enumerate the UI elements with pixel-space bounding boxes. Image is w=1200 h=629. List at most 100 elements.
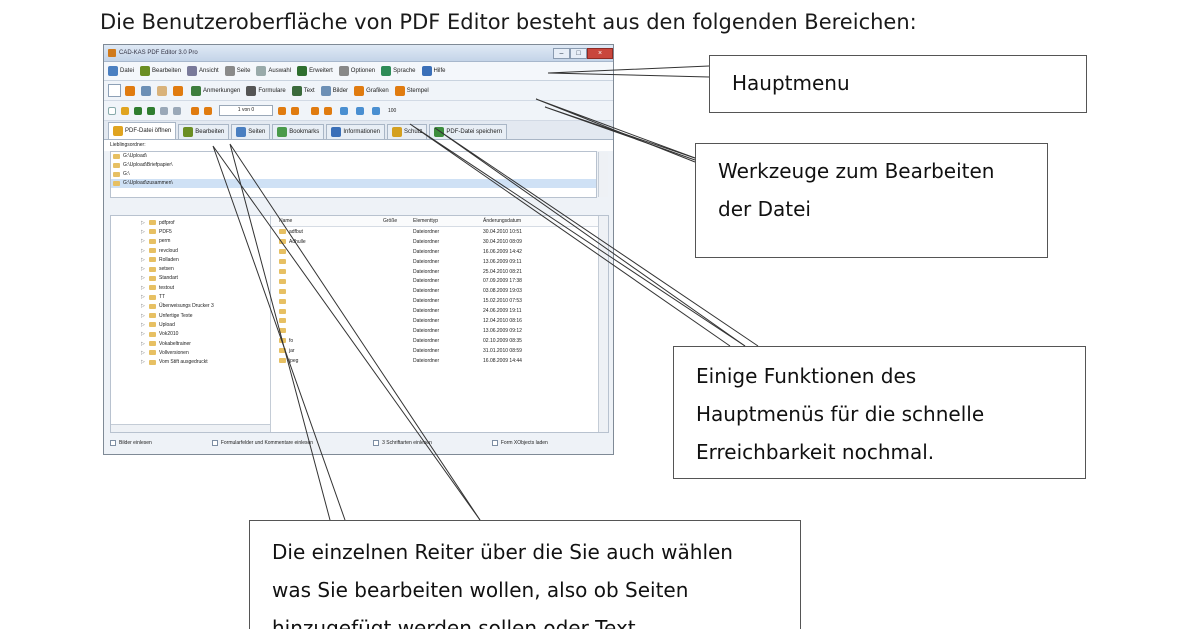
first-page-icon[interactable] [191, 106, 199, 115]
next-page-icon[interactable] [278, 106, 286, 115]
expand-arrow-icon[interactable]: ▷ [141, 257, 146, 263]
tool-anmerkungen-button[interactable]: Anmerkungen [191, 85, 240, 96]
tab-3[interactable]: Seiten [231, 124, 271, 139]
expand-arrow-icon[interactable]: ▷ [141, 266, 146, 272]
expand-arrow-icon[interactable]: ▷ [141, 238, 146, 244]
expand-arrow-icon[interactable]: ▷ [141, 248, 146, 254]
recent-folder-item[interactable]: G:\Upload\Briefpapier\ [111, 161, 596, 170]
page-indicator-field[interactable]: 1 von 0 [219, 105, 273, 116]
tool-text-button[interactable]: Text [291, 85, 315, 96]
tree-item[interactable]: ▷ Unfertige Texte [111, 311, 270, 320]
menu-item-optionen[interactable]: Optionen [338, 66, 375, 76]
zoom-value[interactable]: 100 [388, 108, 396, 114]
rotate-left-icon[interactable] [311, 106, 319, 115]
tab-6[interactable]: Schutz [387, 124, 428, 139]
tree-item[interactable]: ▷ testout [111, 283, 270, 292]
tab-4[interactable]: Bookmarks [272, 124, 325, 139]
table-row[interactable]: Dateiordner 16.06.2009 14:42 [271, 247, 608, 257]
menu-item-auswahl[interactable]: Auswahl [256, 66, 291, 76]
expand-arrow-icon[interactable]: ▷ [141, 229, 146, 235]
recent-scrollbar[interactable] [598, 152, 608, 197]
table-row[interactable]: Dateiordner 24.06.2009 19:11 [271, 306, 608, 316]
tool-bilder-button[interactable]: Bilder [320, 85, 348, 96]
tree-item[interactable]: ▷ TT [111, 292, 270, 301]
expand-arrow-icon[interactable]: ▷ [141, 303, 146, 309]
fit-height-icon[interactable] [356, 106, 364, 115]
tree-item[interactable]: ▷ pdfprof [111, 218, 270, 227]
tab-1[interactable]: PDF-Datei öffnen [108, 122, 177, 139]
last-page-icon[interactable] [291, 106, 299, 115]
tree-item[interactable]: ▷ Vokabeltrainer [111, 339, 270, 348]
maximize-button[interactable]: □ [570, 47, 587, 59]
table-row[interactable]: Adhulle Dateiordner 30.04.2010 08:09 [271, 237, 608, 247]
expand-arrow-icon[interactable]: ▷ [141, 350, 146, 356]
save-icon[interactable] [134, 106, 142, 115]
expand-arrow-icon[interactable]: ▷ [141, 220, 146, 226]
save-as-icon[interactable] [147, 106, 155, 115]
expand-arrow-icon[interactable]: ▷ [141, 331, 146, 337]
col-type[interactable]: Elementtyp [413, 218, 483, 224]
tree-item[interactable]: ▷ Vok2010 [111, 330, 270, 339]
table-row[interactable]: Dateiordner 15.02.2010 07:53 [271, 296, 608, 306]
expand-arrow-icon[interactable]: ▷ [141, 322, 146, 328]
expand-arrow-icon[interactable]: ▷ [141, 285, 146, 291]
option-checkbox[interactable]: 3 Schriftarten einlesen [373, 440, 432, 446]
menu-item-erweitert[interactable]: Erweitert [297, 66, 333, 76]
tab-7[interactable]: PDF-Datei speichern [429, 124, 508, 139]
table-row[interactable]: jpeg Dateiordner 16.08.2009 14:44 [271, 356, 608, 366]
option-checkbox[interactable]: Bilder einlesen [110, 440, 152, 446]
tool-formulare-button[interactable]: Formulare [246, 85, 286, 96]
recent-folder-item[interactable]: G:\Upload\ [111, 152, 596, 161]
redo-icon[interactable] [173, 106, 181, 115]
tool-grafiken-button[interactable]: Grafiken [354, 85, 389, 96]
table-row[interactable]: Dateiordner 25.04.2010 08:21 [271, 267, 608, 277]
new-file-icon[interactable] [108, 106, 116, 115]
tree-item[interactable]: ▷ Vom Stift ausgedruckt [111, 357, 270, 366]
expand-arrow-icon[interactable]: ▷ [141, 275, 146, 281]
table-row[interactable]: fo Dateiordner 02.10.2009 08:35 [271, 336, 608, 346]
tab-2[interactable]: Bearbeiten [178, 124, 230, 139]
checkbox[interactable] [373, 440, 380, 446]
zoom-tool-icon[interactable] [141, 85, 151, 96]
fit-width-icon[interactable] [372, 106, 380, 115]
menu-item-ansicht[interactable]: Ansicht [187, 66, 219, 76]
expand-arrow-icon[interactable]: ▷ [141, 359, 146, 365]
tree-item[interactable]: ▷ Vollversionen [111, 348, 270, 357]
tab-5[interactable]: Informationen [326, 124, 386, 139]
tree-item[interactable]: ▷ perm [111, 237, 270, 246]
tree-item[interactable]: ▷ revcloud [111, 246, 270, 255]
col-size[interactable]: Größe [383, 218, 413, 224]
tool-icon[interactable] [173, 85, 183, 96]
tool-icon[interactable] [125, 85, 135, 96]
tree-item[interactable]: ▷ setsen [111, 264, 270, 273]
table-row[interactable]: Dateiordner 07.09.2009 17:38 [271, 276, 608, 286]
menu-item-bearbeiten[interactable]: Bearbeiten [140, 66, 181, 76]
tree-item[interactable]: ▷ PDF5 [111, 227, 270, 236]
checkbox[interactable] [211, 440, 218, 446]
expand-arrow-icon[interactable]: ▷ [141, 294, 146, 300]
col-date[interactable]: Änderungsdatum [483, 218, 563, 224]
table-row[interactable]: Dateiordner 13.06.2009 09:11 [271, 257, 608, 267]
minimize-button[interactable]: – [553, 47, 570, 59]
tree-item[interactable]: ▷ Upload [111, 320, 270, 329]
col-name[interactable]: Name [271, 218, 383, 224]
menu-item-datei[interactable]: Datei [108, 66, 134, 76]
checkbox[interactable] [110, 440, 116, 446]
table-row[interactable]: Dateiordner 03.08.2009 19:03 [271, 286, 608, 296]
hand-tool-icon[interactable] [157, 85, 167, 96]
table-row[interactable]: adfbut Dateiordner 30.04.2010 10:51 [271, 227, 608, 237]
recent-folder-item[interactable]: G:\Upload\zusammen\ [111, 179, 596, 188]
tree-scrollbar[interactable] [111, 424, 270, 432]
expand-arrow-icon[interactable]: ▷ [141, 341, 146, 347]
tree-item[interactable]: ▷ Standart [111, 274, 270, 283]
option-checkbox[interactable]: Formularfelder und Kommentare einlesen [211, 440, 313, 446]
recent-folder-item[interactable]: G:\ [111, 170, 596, 179]
option-checkbox[interactable]: Form XObjects laden [491, 440, 548, 446]
file-list-scrollbar[interactable] [598, 216, 608, 432]
pointer-tool-button[interactable] [108, 84, 121, 97]
rotate-right-icon[interactable] [324, 106, 332, 115]
fit-page-icon[interactable] [340, 106, 348, 115]
undo-icon[interactable] [160, 106, 168, 115]
open-folder-icon[interactable] [121, 106, 129, 115]
tree-item[interactable]: ▷ Überweisungs Drucker 3 [111, 302, 270, 311]
